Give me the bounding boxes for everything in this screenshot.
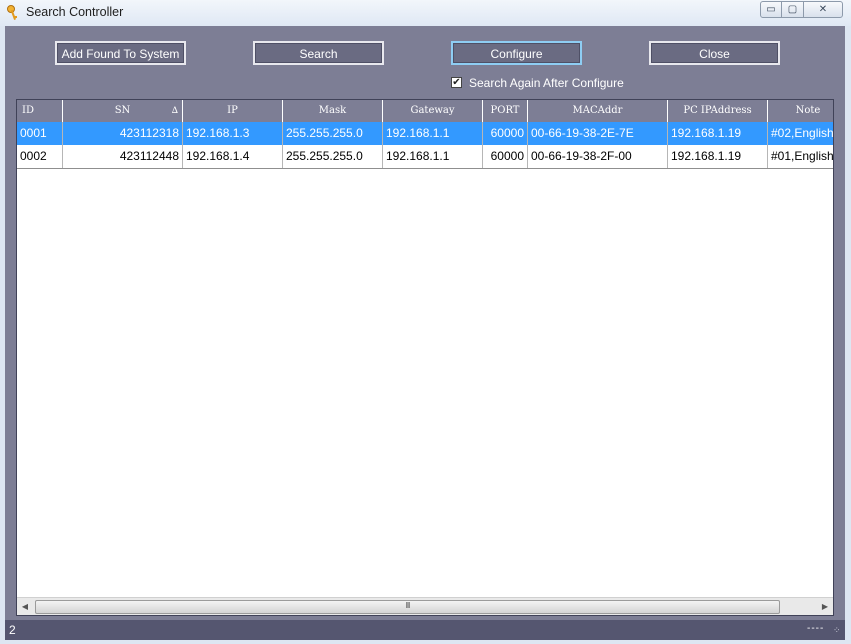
column-header-ip[interactable]: IP bbox=[183, 100, 283, 122]
minimize-button[interactable]: ▭ bbox=[760, 1, 782, 18]
cell-macaddr: 00-66-19-38-2E-7E bbox=[528, 122, 668, 145]
table-row[interactable]: 0002 423112448 192.168.1.4 255.255.255.0… bbox=[17, 145, 834, 169]
column-header-gateway[interactable]: Gateway bbox=[383, 100, 483, 122]
resize-grip-icon[interactable]: ⁘ bbox=[833, 626, 843, 638]
status-bar: 2 ---- ⁘ bbox=[5, 620, 845, 640]
sort-ascending-icon: ∆ bbox=[171, 106, 178, 116]
close-button[interactable]: Close bbox=[649, 41, 780, 65]
column-header-macaddr[interactable]: MACAddr bbox=[528, 100, 668, 122]
cell-port: 60000 bbox=[483, 145, 528, 168]
cell-ip: 192.168.1.4 bbox=[183, 145, 283, 168]
result-count: 2 bbox=[9, 623, 16, 637]
maximize-button[interactable]: ▢ bbox=[781, 1, 804, 18]
column-header-id[interactable]: ID bbox=[17, 100, 63, 122]
cell-gateway: 192.168.1.1 bbox=[383, 145, 483, 168]
scroll-left-icon[interactable]: ◀ bbox=[17, 598, 33, 615]
cell-note: #02,English,y bbox=[771, 126, 834, 140]
configure-button[interactable]: Configure bbox=[451, 41, 582, 65]
column-header-sn[interactable]: SN ∆ bbox=[63, 100, 183, 122]
app-key-icon bbox=[7, 5, 17, 20]
cell-sn: 423112318 bbox=[63, 122, 183, 145]
column-header-pc-ipaddress[interactable]: PC IPAddress bbox=[668, 100, 768, 122]
cell-mask: 255.255.255.0 bbox=[283, 122, 383, 145]
search-again-label: Search Again After Configure bbox=[469, 76, 624, 90]
column-header-port[interactable]: PORT bbox=[483, 100, 528, 122]
search-controller-window: Search Controller ▭ ▢ ✕ Add Found To Sys… bbox=[0, 0, 851, 644]
cell-sn: 423112448 bbox=[63, 145, 183, 168]
cell-id: 0001 bbox=[17, 122, 63, 145]
status-right-text: ---- bbox=[807, 623, 825, 634]
close-window-button[interactable]: ✕ bbox=[803, 1, 843, 18]
window-title: Search Controller bbox=[26, 5, 124, 19]
cell-note: #01,English,I bbox=[771, 149, 834, 163]
column-header-mask[interactable]: Mask bbox=[283, 100, 383, 122]
table-row-selected[interactable]: 0001 423112318 192.168.1.3 255.255.255.0… bbox=[17, 122, 834, 145]
scroll-right-icon[interactable]: ▶ bbox=[817, 598, 833, 615]
title-bar[interactable]: Search Controller ▭ ▢ ✕ bbox=[0, 0, 851, 26]
column-header-sn-label: SN bbox=[114, 105, 131, 116]
search-button[interactable]: Search bbox=[253, 41, 384, 65]
table-header: ID SN ∆ IP Mask Gateway PORT MACAddr PC … bbox=[17, 100, 833, 122]
controller-table: ID SN ∆ IP Mask Gateway PORT MACAddr PC … bbox=[16, 99, 834, 616]
cell-macaddr: 00-66-19-38-2F-00 bbox=[528, 145, 668, 168]
column-header-note[interactable]: Note bbox=[768, 100, 833, 122]
scrollbar-thumb[interactable]: III bbox=[35, 600, 780, 614]
cell-port: 60000 bbox=[483, 122, 528, 145]
add-found-to-system-button[interactable]: Add Found To System bbox=[55, 41, 186, 65]
search-again-checkbox[interactable]: ✔ bbox=[451, 77, 462, 88]
client-area: Add Found To System Search Configure Clo… bbox=[5, 26, 845, 640]
cell-gateway: 192.168.1.1 bbox=[383, 122, 483, 145]
horizontal-scrollbar[interactable]: ◀ III ▶ bbox=[17, 597, 833, 615]
cell-mask: 255.255.255.0 bbox=[283, 145, 383, 168]
cell-ip: 192.168.1.3 bbox=[183, 122, 283, 145]
cell-id: 0002 bbox=[17, 145, 63, 168]
cell-pc-ipaddress: 192.168.1.19 bbox=[668, 122, 768, 145]
cell-pc-ipaddress: 192.168.1.19 bbox=[668, 145, 768, 168]
